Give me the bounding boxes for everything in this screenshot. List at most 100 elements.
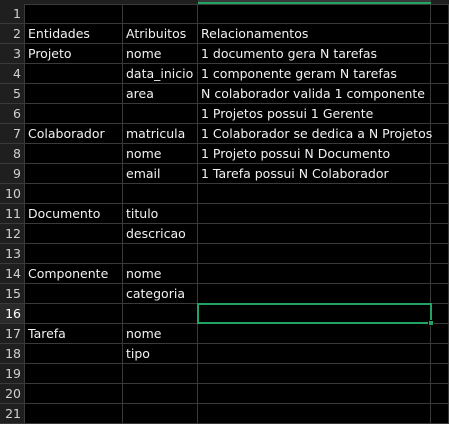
cell-a[interactable]: Documento	[25, 204, 123, 224]
row-header[interactable]: 19	[0, 364, 25, 384]
cell-a[interactable]	[25, 4, 123, 24]
cell-b[interactable]: categoria	[123, 284, 198, 304]
cell-c[interactable]: Relacionamentos	[198, 24, 431, 44]
cell-c[interactable]: 1 documento gera N tarefas	[198, 44, 431, 64]
cell-b[interactable]: tipo	[123, 344, 198, 364]
cell-a[interactable]: Componente	[25, 264, 123, 284]
cell-a[interactable]	[25, 104, 123, 124]
cell-a[interactable]	[25, 184, 123, 204]
row-header[interactable]: 11	[0, 204, 25, 224]
cell-a[interactable]	[25, 404, 123, 424]
row-header[interactable]: 10	[0, 184, 25, 204]
row-header[interactable]: 6	[0, 104, 25, 124]
cell-d[interactable]	[431, 184, 449, 204]
cell-a[interactable]	[25, 384, 123, 404]
cell-b[interactable]	[123, 104, 198, 124]
cell-b[interactable]: data_inicio	[123, 64, 198, 84]
cell-a[interactable]	[25, 284, 123, 304]
cell-c[interactable]	[198, 184, 431, 204]
cell-c[interactable]	[198, 384, 431, 404]
row-header[interactable]: 2	[0, 24, 25, 44]
cell-c[interactable]: 1 Projeto possui N Documento	[198, 144, 431, 164]
cell-c[interactable]	[198, 264, 431, 284]
cell-d[interactable]	[431, 344, 449, 364]
row-header[interactable]: 17	[0, 324, 25, 344]
cell-d[interactable]	[431, 264, 449, 284]
row-header[interactable]: 4	[0, 64, 25, 84]
row-header[interactable]: 18	[0, 344, 25, 364]
cell-b[interactable]	[123, 404, 198, 424]
row-header[interactable]: 20	[0, 384, 25, 404]
row-header[interactable]: 8	[0, 144, 25, 164]
cell-a[interactable]	[25, 164, 123, 184]
cell-a[interactable]	[25, 364, 123, 384]
row-header[interactable]: 3	[0, 44, 25, 64]
cell-a[interactable]	[25, 344, 123, 364]
cell-b[interactable]: area	[123, 84, 198, 104]
cell-d[interactable]	[431, 284, 449, 304]
cell-d[interactable]	[431, 164, 449, 184]
cell-b[interactable]: nome	[123, 264, 198, 284]
row-header[interactable]: 15	[0, 284, 25, 304]
cell-a[interactable]: Entidades	[25, 24, 123, 44]
cell-c[interactable]: 1 componente geram N tarefas	[198, 64, 431, 84]
cell-d[interactable]	[431, 24, 449, 44]
cell-d[interactable]	[431, 124, 449, 144]
cell-d[interactable]	[431, 104, 449, 124]
cell-a[interactable]	[25, 144, 123, 164]
cell-c[interactable]: N colaborador valida 1 componente	[198, 84, 431, 104]
cell-a[interactable]	[25, 224, 123, 244]
cell-c[interactable]	[198, 224, 431, 244]
row-header[interactable]: 21	[0, 404, 25, 424]
cell-d[interactable]	[431, 144, 449, 164]
cell-b[interactable]: nome	[123, 144, 198, 164]
cell-d[interactable]	[431, 4, 449, 24]
cell-b[interactable]	[123, 4, 198, 24]
cell-d[interactable]	[431, 324, 449, 344]
cell-c[interactable]	[198, 284, 431, 304]
cell-c[interactable]	[198, 244, 431, 264]
active-cell-selection[interactable]	[197, 303, 432, 324]
cell-d[interactable]	[431, 384, 449, 404]
row-header[interactable]: 12	[0, 224, 25, 244]
cell-a[interactable]	[25, 304, 123, 324]
cell-c[interactable]	[198, 364, 431, 384]
cell-d[interactable]	[431, 404, 449, 424]
cell-a[interactable]: Projeto	[25, 44, 123, 64]
cell-a[interactable]	[25, 64, 123, 84]
row-header[interactable]: 5	[0, 84, 25, 104]
cell-d[interactable]	[431, 64, 449, 84]
cell-a[interactable]	[25, 244, 123, 264]
cell-b[interactable]: matricula	[123, 124, 198, 144]
cell-c[interactable]	[198, 324, 431, 344]
cell-a[interactable]	[25, 84, 123, 104]
fill-handle[interactable]	[428, 320, 434, 326]
cell-c[interactable]: 1 Colaborador se dedica a N Projetos	[198, 124, 432, 144]
cell-d[interactable]	[431, 224, 449, 244]
cell-b[interactable]	[123, 364, 198, 384]
cell-c[interactable]	[198, 4, 431, 24]
cell-b[interactable]	[123, 384, 198, 404]
cell-d[interactable]	[431, 244, 449, 264]
cell-c[interactable]	[198, 204, 431, 224]
cell-c[interactable]	[198, 344, 431, 364]
cell-b[interactable]	[123, 244, 198, 264]
row-header[interactable]: 16	[0, 304, 25, 324]
row-header[interactable]: 7	[0, 124, 25, 144]
cell-b[interactable]: nome	[123, 44, 198, 64]
cell-c[interactable]	[198, 404, 431, 424]
cell-c[interactable]: 1 Projetos possui 1 Gerente	[198, 104, 431, 124]
row-header[interactable]: 9	[0, 164, 25, 184]
cell-a[interactable]: Colaborador	[25, 124, 123, 144]
cell-b[interactable]: nome	[123, 324, 198, 344]
cell-d[interactable]	[431, 84, 449, 104]
row-header[interactable]: 1	[0, 4, 25, 24]
cell-d[interactable]	[431, 44, 449, 64]
spreadsheet-grid[interactable]: 1 2 Entidades Atribuitos Relacionamentos 3 Pro…	[0, 0, 449, 424]
cell-b[interactable]: Atribuitos	[123, 24, 198, 44]
row-header[interactable]: 14	[0, 264, 25, 284]
cell-d[interactable]	[431, 204, 449, 224]
cell-b[interactable]	[123, 184, 198, 204]
row-header[interactable]: 13	[0, 244, 25, 264]
cell-b[interactable]: descricao	[123, 224, 198, 244]
